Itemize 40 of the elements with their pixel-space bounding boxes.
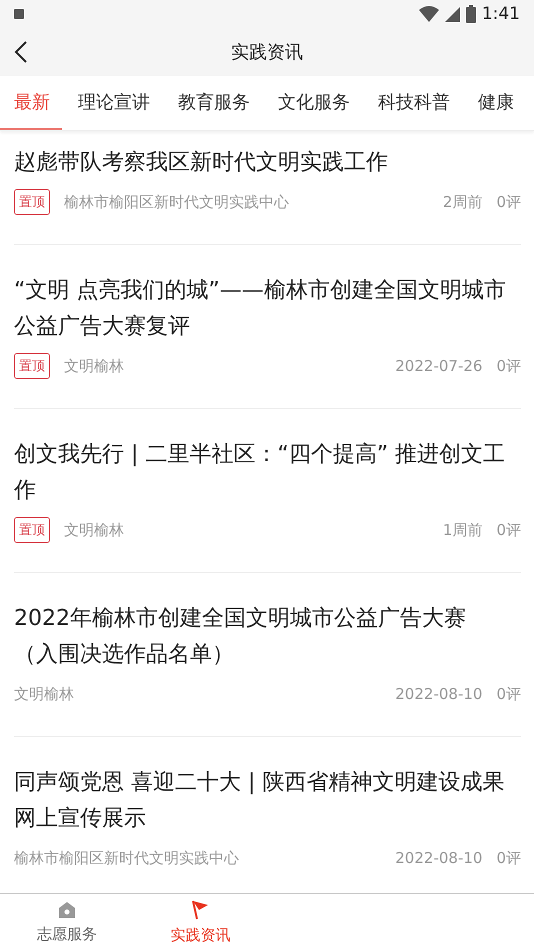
publish-time: 2022-08-10: [395, 849, 482, 867]
comment-count: 0评: [496, 192, 521, 212]
comment-count: 0评: [496, 356, 521, 376]
article-title[interactable]: 赵彪带队考察我区新时代文明实践工作: [14, 145, 521, 181]
category-tab[interactable]: 科技科普: [364, 76, 462, 130]
comment-count: 0评: [496, 684, 521, 704]
nav-tab[interactable]: 实践资讯: [134, 894, 267, 950]
publish-time: 2周前: [442, 192, 482, 212]
article-title[interactable]: 2022年榆林市创建全国文明城市公益广告大赛（入围决选作品名单）: [14, 601, 521, 673]
pinned-tag: 置顶: [14, 517, 50, 543]
notification-icon: [14, 9, 24, 19]
flag-icon: [191, 900, 210, 920]
publish-time: 1周前: [442, 520, 482, 540]
wifi-icon: [418, 6, 439, 22]
article-title[interactable]: “文明 点亮我们的城”——榆林市创建全国文明城市公益广告大赛复评: [14, 273, 521, 345]
article-title[interactable]: 同声颂党恩 喜迎二十大 | 陕西省精神文明建设成果网上宣传展示: [14, 765, 521, 837]
battery-icon: [466, 5, 476, 23]
article-source: 文明榆林: [64, 520, 125, 540]
pinned-tag: 置顶: [14, 189, 50, 215]
nav-tab[interactable]: 志愿服务: [0, 894, 134, 950]
signal-icon: [444, 6, 460, 22]
article-source: 文明榆林: [64, 356, 125, 376]
publish-time: 2022-07-26: [395, 357, 482, 375]
page-title: 实践资讯: [231, 41, 303, 64]
category-tab[interactable]: 理论宣讲: [64, 76, 162, 130]
article-source: 榆林市榆阳区新时代文明实践中心: [14, 848, 240, 868]
article-title[interactable]: 创文我先行 | 二里半社区：“四个提高” 推进创文工作: [14, 437, 521, 509]
comment-count: 0评: [496, 520, 521, 540]
category-tab[interactable]: 教育服务: [164, 76, 262, 130]
back-icon[interactable]: [14, 41, 28, 63]
publish-time: 2022-08-10: [395, 685, 482, 703]
article-source: 文明榆林: [14, 684, 75, 704]
clock-time: 1:41: [482, 4, 520, 24]
pinned-tag: 置顶: [14, 353, 50, 379]
comment-count: 0评: [496, 848, 521, 868]
article-source: 榆林市榆阳区新时代文明实践中心: [64, 192, 290, 212]
home-icon: [58, 900, 76, 918]
category-tab[interactable]: 健康: [464, 76, 526, 130]
category-tab[interactable]: 最新: [0, 76, 62, 130]
category-tab[interactable]: 文化服务: [264, 76, 362, 130]
